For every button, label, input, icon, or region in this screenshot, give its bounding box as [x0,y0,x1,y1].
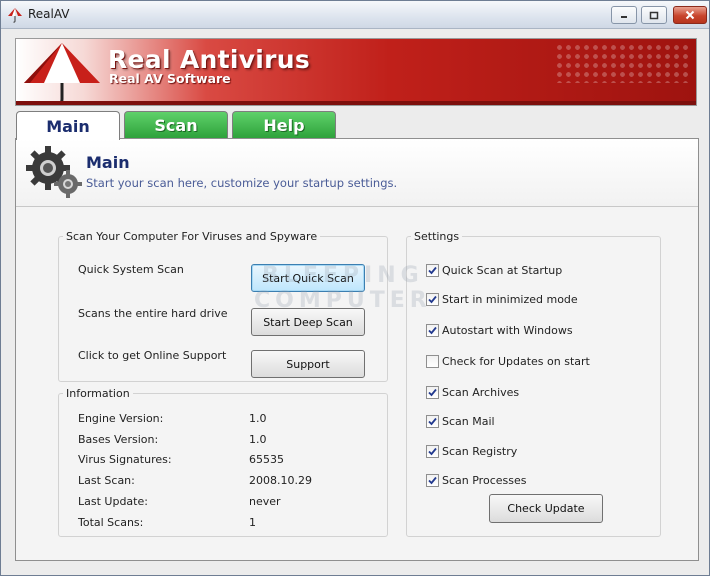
option-label: Scan Mail [442,415,495,428]
option-scan-archives[interactable]: Scan Archives [426,386,519,399]
app-umbrella-icon [8,8,22,23]
checkmark-icon [428,447,437,456]
maximize-icon [649,11,659,19]
checkmark-icon [428,417,437,426]
engine-version-value: 1.0 [249,412,267,425]
settings-group: Settings Quick Scan at Startup Start in … [406,230,661,537]
option-label: Scan Processes [442,474,527,487]
option-scan-registry[interactable]: Scan Registry [426,445,517,458]
deep-scan-label: Scans the entire hard drive [78,307,228,320]
virus-signatures-label: Virus Signatures: [78,453,172,466]
tab-scan[interactable]: Scan [124,111,228,138]
support-button[interactable]: Support [251,350,365,378]
title-bar[interactable]: RealAV [1,1,709,29]
information-group: Information Engine Version: 1.0 Bases Ve… [58,387,388,537]
quick-scan-label: Quick System Scan [78,263,184,276]
checkbox-scan-processes[interactable] [426,474,439,487]
total-scans-label: Total Scans: [78,516,144,529]
scan-group-legend: Scan Your Computer For Viruses and Spywa… [66,230,318,243]
option-label: Scan Registry [442,445,518,458]
maximize-button[interactable] [641,6,667,24]
banner-band [16,101,696,105]
checkbox-scan-mail[interactable] [426,415,439,428]
product-banner: Real Antivirus Real AV Software [15,38,697,106]
window-title: RealAV [28,7,70,21]
checkbox-scan-archives[interactable] [426,386,439,399]
minimize-icon [621,16,627,18]
page-title: Main [86,153,130,172]
option-check-updates-start[interactable]: Check for Updates on start [426,355,590,368]
checkmark-icon [428,476,437,485]
banner-pattern [555,43,690,83]
bases-version-label: Bases Version: [78,433,159,446]
close-button[interactable] [673,6,707,24]
watermark-line-1: BLEEPING [262,263,424,288]
checkbox-scan-registry[interactable] [426,445,439,458]
umbrella-logo-icon [24,43,100,105]
checkbox-autostart-windows[interactable] [426,324,439,337]
tab-main[interactable]: Main [16,111,120,140]
gears-icon [26,146,82,198]
section-header: Main Start your scan here, customize you… [16,139,698,207]
option-start-minimized[interactable]: Start in minimized mode [426,293,578,306]
option-label: Start in minimized mode [442,293,578,306]
option-quick-scan-startup[interactable]: Quick Scan at Startup [426,264,562,277]
bases-version-value: 1.0 [249,433,267,446]
app-window: RealAV Real Antivirus Real AV Software M… [0,0,710,576]
last-scan-value: 2008.10.29 [249,474,312,487]
option-label: Check for Updates on start [442,355,590,368]
option-label: Quick Scan at Startup [442,264,563,277]
close-icon [685,10,695,20]
option-scan-mail[interactable]: Scan Mail [426,415,495,428]
settings-group-legend: Settings [414,230,460,243]
checkbox-check-updates-start[interactable] [426,355,439,368]
last-update-value: never [249,495,281,508]
last-scan-label: Last Scan: [78,474,135,487]
checkmark-icon [428,326,437,335]
total-scans-value: 1 [249,516,256,529]
watermark: BLEEPING COMPUTER [254,263,432,313]
virus-signatures-value: 65535 [249,453,284,466]
option-label: Scan Archives [442,386,520,399]
last-update-label: Last Update: [78,495,148,508]
checkmark-icon [428,388,437,397]
watermark-line-2: COMPUTER [254,288,432,313]
page-subtitle: Start your scan here, customize your sta… [86,176,398,190]
information-group-legend: Information [66,387,130,400]
option-label: Autostart with Windows [442,324,573,337]
main-panel: Main Start your scan here, customize you… [15,138,699,561]
support-label: Click to get Online Support [78,349,227,362]
banner-subtitle: Real AV Software [109,71,231,86]
engine-version-label: Engine Version: [78,412,164,425]
banner-title: Real Antivirus [108,45,311,74]
option-autostart-windows[interactable]: Autostart with Windows [426,324,573,337]
option-scan-processes[interactable]: Scan Processes [426,474,526,487]
minimize-button[interactable] [611,6,637,24]
tab-help[interactable]: Help [232,111,336,138]
check-update-button[interactable]: Check Update [489,494,603,523]
